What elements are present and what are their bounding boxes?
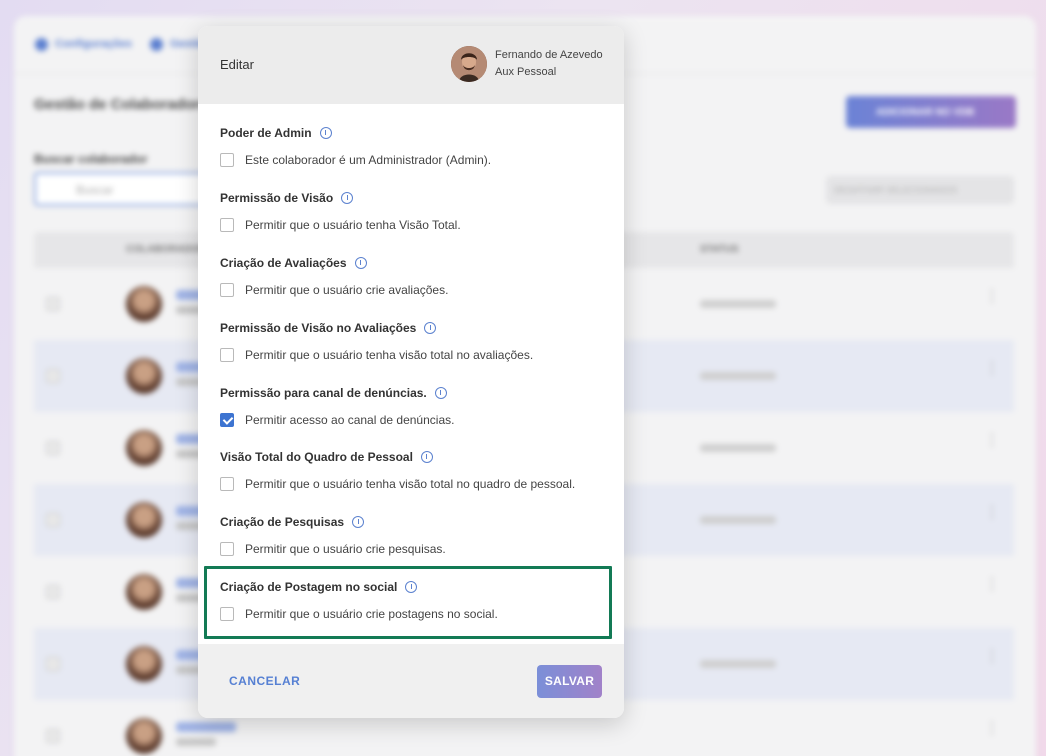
row-checkbox[interactable] xyxy=(46,369,60,383)
avatar xyxy=(126,286,162,322)
avatar xyxy=(126,502,162,538)
quadro-pessoal-checkbox[interactable] xyxy=(220,477,234,491)
row-role xyxy=(176,738,216,746)
more-icon[interactable]: ⋮ xyxy=(984,289,1000,305)
permission-label[interactable]: Permitir que o usuário crie pesquisas. xyxy=(245,542,446,556)
row-status xyxy=(700,444,776,452)
permission-title: Criação de Pesquisas xyxy=(220,515,345,529)
cancel-button[interactable]: CANCELAR xyxy=(220,667,309,695)
permission-criacao-pesquisas: Criação de Pesquisas Permitir que o usuá… xyxy=(220,514,610,557)
row-checkbox[interactable] xyxy=(46,585,60,599)
permission-label[interactable]: Permitir que o usuário tenha Visão Total… xyxy=(245,218,461,232)
info-icon[interactable] xyxy=(424,322,437,334)
permission-quadro-pessoal: Visão Total do Quadro de Pessoal Permiti… xyxy=(220,449,610,492)
info-icon[interactable] xyxy=(405,581,418,593)
gear-icon xyxy=(35,38,48,51)
add-button[interactable]: ADICIONAR NO VDB xyxy=(846,96,1016,128)
permissions-list: Poder de Admin Este colaborador é um Adm… xyxy=(198,104,624,644)
avatar xyxy=(126,574,162,610)
permission-admin: Poder de Admin Este colaborador é um Adm… xyxy=(220,125,610,168)
modal-title: Editar xyxy=(220,57,254,72)
visao-total-checkbox[interactable] xyxy=(220,218,234,232)
info-icon[interactable] xyxy=(420,451,433,463)
user-avatar xyxy=(451,46,487,82)
avatar xyxy=(126,646,162,682)
row-checkbox[interactable] xyxy=(46,297,60,311)
visao-avaliacoes-checkbox[interactable] xyxy=(220,348,234,362)
more-icon[interactable]: ⋮ xyxy=(984,505,1000,521)
permission-criacao-avaliacoes: Criação de Avaliações Permitir que o usu… xyxy=(220,255,610,298)
save-button[interactable]: SALVAR xyxy=(537,665,602,698)
user-role: Aux Pessoal xyxy=(495,66,557,78)
more-icon[interactable]: ⋮ xyxy=(984,433,1000,449)
users-icon xyxy=(150,38,163,51)
permission-title: Permissão de Visão xyxy=(220,191,334,205)
permission-title: Criação de Postagem no social xyxy=(220,580,398,594)
breadcrumb-config[interactable]: Configurações xyxy=(55,38,132,50)
info-icon[interactable] xyxy=(354,257,367,269)
permission-label[interactable]: Permitir que o usuário crie postagens no… xyxy=(245,607,498,621)
info-icon[interactable] xyxy=(434,387,447,399)
info-icon[interactable] xyxy=(341,192,354,204)
permission-label[interactable]: Permitir que o usuário tenha visão total… xyxy=(245,348,533,362)
permission-postagem-social: Criação de Postagem no social Permitir q… xyxy=(220,579,610,622)
admin-checkbox[interactable] xyxy=(220,153,234,167)
modal-footer: CANCELAR SALVAR xyxy=(198,644,624,718)
more-icon[interactable]: ⋮ xyxy=(984,649,1000,665)
more-icon[interactable]: ⋮ xyxy=(984,577,1000,593)
canal-denuncias-checkbox[interactable] xyxy=(220,413,234,427)
permission-title: Permissão para canal de denúncias. xyxy=(220,386,427,400)
row-name[interactable] xyxy=(176,722,236,732)
more-icon[interactable]: ⋮ xyxy=(984,361,1000,377)
permission-canal-denuncias: Permissão para canal de denúncias. Permi… xyxy=(220,385,610,428)
criar-avaliacoes-checkbox[interactable] xyxy=(220,283,234,297)
info-icon[interactable] xyxy=(352,516,365,528)
row-status xyxy=(700,372,776,380)
row-checkbox[interactable] xyxy=(46,729,60,743)
permission-label[interactable]: Permitir que o usuário tenha visão total… xyxy=(245,477,575,491)
row-checkbox[interactable] xyxy=(46,441,60,455)
avatar xyxy=(126,430,162,466)
permission-label[interactable]: Permitir acesso ao canal de denúncias. xyxy=(245,413,454,427)
avatar xyxy=(126,358,162,394)
info-icon[interactable] xyxy=(319,127,332,139)
disable-selected-button: DESATIVAR SELECIONADOS xyxy=(826,176,1014,204)
row-status xyxy=(700,516,776,524)
permission-title: Criação de Avaliações xyxy=(220,256,347,270)
modal-header: Editar Fernando de Azevedo Aux Pessoal xyxy=(198,26,624,104)
row-status xyxy=(700,300,776,308)
column-header-status[interactable]: STATUS xyxy=(700,244,739,255)
permission-visao: Permissão de Visão Permitir que o usuári… xyxy=(220,190,610,233)
permission-title: Poder de Admin xyxy=(220,126,312,140)
row-checkbox[interactable] xyxy=(46,513,60,527)
criar-pesquisas-checkbox[interactable] xyxy=(220,542,234,556)
edit-modal: Editar Fernando de Azevedo Aux Pessoal P… xyxy=(198,26,624,718)
user-name: Fernando de Azevedo xyxy=(495,49,603,61)
avatar xyxy=(126,718,162,754)
page-title: Gestão de Colaboradores xyxy=(34,96,217,113)
permission-label[interactable]: Este colaborador é um Administrador (Adm… xyxy=(245,153,491,167)
permission-title: Permissão de Visão no Avaliações xyxy=(220,321,417,335)
row-status xyxy=(700,660,776,668)
postagem-social-checkbox[interactable] xyxy=(220,607,234,621)
permission-label[interactable]: Permitir que o usuário crie avaliações. xyxy=(245,283,448,297)
row-checkbox[interactable] xyxy=(46,657,60,671)
column-header-colaborador[interactable]: COLABORADOR xyxy=(126,244,206,255)
search-label: Buscar colaborador xyxy=(34,152,148,166)
more-icon[interactable]: ⋮ xyxy=(984,721,1000,737)
permission-visao-avaliacoes: Permissão de Visão no Avaliações Permiti… xyxy=(220,320,610,363)
permission-title: Visão Total do Quadro de Pessoal xyxy=(220,450,413,464)
